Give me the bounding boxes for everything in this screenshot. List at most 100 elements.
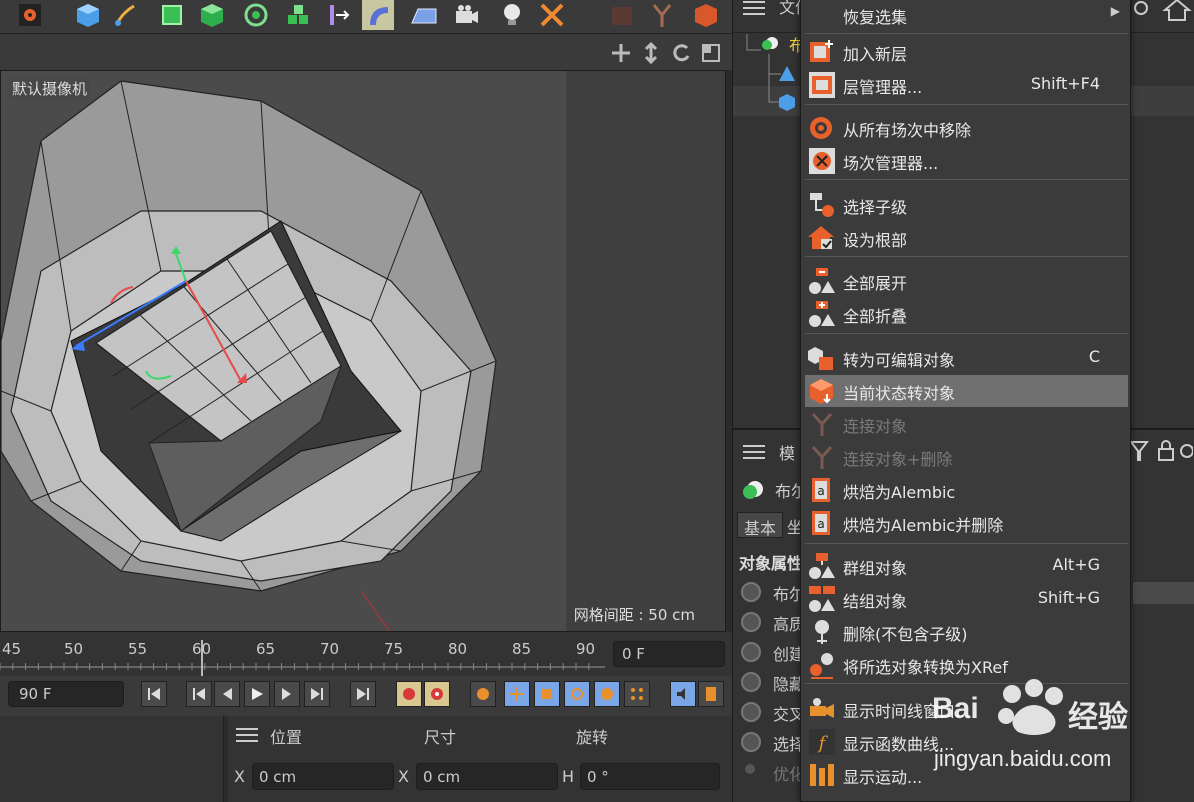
submenu-arrow-icon: ▶ bbox=[1110, 4, 1120, 18]
xpresso-icon[interactable] bbox=[536, 0, 568, 30]
remove-take-icon bbox=[807, 113, 837, 143]
camera-icon[interactable] bbox=[450, 0, 482, 30]
mograph-icon[interactable] bbox=[240, 0, 272, 30]
symmetry-icon[interactable] bbox=[646, 0, 678, 30]
menu-separator bbox=[805, 179, 1128, 180]
svg-text:a: a bbox=[817, 517, 824, 531]
menu-item-label: 结组对象 bbox=[843, 592, 908, 611]
bend-deformer-icon[interactable] bbox=[362, 0, 394, 30]
camera-label[interactable]: 默认摄像机 bbox=[9, 77, 91, 100]
scale-key-icon[interactable] bbox=[534, 681, 560, 707]
move-view-icon[interactable] bbox=[610, 42, 632, 64]
radio-optimize[interactable] bbox=[745, 764, 755, 774]
boolean-object-icon bbox=[762, 37, 778, 50]
menu-item-current-state-to-object[interactable]: 当前状态转对象 bbox=[805, 375, 1128, 407]
viewport-header bbox=[0, 34, 732, 70]
object-manager-header-icons[interactable] bbox=[1133, 0, 1193, 22]
menu-item-select-children[interactable]: 选择子级 bbox=[805, 189, 1128, 221]
menu-item-connect-and-delete[interactable]: 连接对象+删除 bbox=[805, 441, 1128, 473]
cube-object-icon[interactable] bbox=[72, 0, 104, 30]
menu-item-delete-without-children[interactable]: 删除(不包含子级) bbox=[805, 616, 1128, 648]
point-level-icon[interactable] bbox=[624, 681, 650, 707]
subdivision-icon[interactable] bbox=[156, 0, 188, 30]
floor-icon[interactable] bbox=[408, 0, 440, 30]
make-editable-icon bbox=[807, 343, 837, 373]
zoom-view-icon[interactable] bbox=[640, 41, 662, 65]
current-frame-field[interactable]: 0 F bbox=[613, 641, 725, 667]
rotation-h-field[interactable]: 0 ° bbox=[580, 763, 720, 790]
menu-item-layer-manager[interactable]: 层管理器... Shift+F4 bbox=[805, 69, 1128, 101]
menu-item-label: 加入新层 bbox=[843, 45, 908, 64]
deformer-icon[interactable] bbox=[324, 0, 356, 30]
menu-item-bake-alembic-delete[interactable]: a 烘焙为Alembic并删除 bbox=[805, 507, 1128, 539]
coordinate-manager: 位置 尺寸 旋转 X 0 cm X 0 cm H 0 ° bbox=[228, 716, 732, 802]
radio-high-quality[interactable] bbox=[741, 612, 761, 632]
radio-hide-new-edges[interactable] bbox=[741, 672, 761, 692]
pen-spline-icon[interactable] bbox=[110, 0, 142, 30]
attribute-manager-menu-icon[interactable] bbox=[743, 444, 765, 460]
menu-item-remove-from-takes[interactable]: 从所有场次中移除 bbox=[805, 112, 1128, 144]
coord-menu-icon[interactable] bbox=[236, 727, 258, 743]
menu-item-label: 连接对象 bbox=[843, 417, 908, 436]
attribute-manager-header-icons[interactable] bbox=[1129, 438, 1193, 464]
menu-item-connect-objects[interactable]: 连接对象 bbox=[805, 408, 1128, 440]
tab-basic[interactable]: 基本 bbox=[737, 512, 783, 538]
menu-item-expand-all[interactable]: 全部展开 bbox=[805, 265, 1128, 297]
radio-boolean-type[interactable] bbox=[741, 582, 761, 602]
menu-item-bake-alembic[interactable]: a 烘焙为Alembic bbox=[805, 474, 1128, 506]
menu-item-take-manager[interactable]: 场次管理器... bbox=[805, 145, 1128, 177]
auto-key-icon[interactable] bbox=[424, 681, 450, 707]
prev-key-icon[interactable] bbox=[186, 681, 212, 707]
3d-viewport[interactable]: 默认摄像机 网格间距 : 50 cm bbox=[0, 70, 726, 632]
position-key-icon[interactable] bbox=[504, 681, 530, 707]
current-state-tool-icon[interactable] bbox=[690, 0, 722, 30]
maximize-view-icon[interactable] bbox=[700, 42, 722, 64]
menu-separator bbox=[805, 104, 1128, 105]
next-frame-icon[interactable] bbox=[274, 681, 300, 707]
cube-object-icon bbox=[779, 94, 795, 111]
record-icon[interactable] bbox=[396, 681, 422, 707]
size-x-field[interactable]: 0 cm bbox=[416, 763, 558, 790]
menu-item-ungroup-objects[interactable]: 结组对象 Shift+G bbox=[805, 583, 1128, 615]
position-x-field[interactable]: 0 cm bbox=[252, 763, 394, 790]
tab-basic-label: 基本 bbox=[744, 519, 777, 538]
menu-item-restore-selection[interactable]: 恢复选集 ▶ bbox=[805, 0, 1128, 31]
end-frame-field[interactable]: 90 F bbox=[8, 681, 124, 707]
next-key-icon[interactable] bbox=[304, 681, 330, 707]
radio-select-intersection[interactable] bbox=[741, 732, 761, 752]
ungroup-icon bbox=[807, 584, 837, 614]
keyframe-selection-icon[interactable] bbox=[470, 681, 496, 707]
radio-create-single[interactable] bbox=[741, 642, 761, 662]
menu-item-label: 从所有场次中移除 bbox=[843, 121, 972, 140]
radio-intersection[interactable] bbox=[741, 702, 761, 722]
generator-icon[interactable] bbox=[196, 0, 228, 30]
menu-item-label: 显示运动... bbox=[843, 768, 923, 787]
position-x-label: X bbox=[234, 767, 245, 786]
attr-field-stub[interactable] bbox=[1133, 582, 1194, 604]
sound-icon[interactable] bbox=[670, 681, 696, 707]
connect-tool-icon[interactable] bbox=[606, 0, 638, 30]
watermark-brand: Bai bbox=[932, 692, 979, 725]
light-icon[interactable] bbox=[496, 0, 528, 30]
menu-item-shortcut: Shift+F4 bbox=[1030, 74, 1100, 93]
menu-item-add-new-layer[interactable]: 加入新层 bbox=[805, 36, 1128, 68]
film-icon[interactable] bbox=[698, 681, 724, 707]
rotation-key-icon[interactable] bbox=[564, 681, 590, 707]
menu-separator bbox=[805, 543, 1128, 544]
go-to-end-icon[interactable] bbox=[350, 681, 376, 707]
attribute-manager-mode-menu[interactable]: 模 bbox=[779, 440, 795, 464]
rotate-view-icon[interactable] bbox=[670, 42, 692, 64]
play-icon[interactable] bbox=[244, 681, 270, 707]
menu-item-group-objects[interactable]: 群组对象 Alt+G bbox=[805, 550, 1128, 582]
menu-item-collapse-all[interactable]: 全部折叠 bbox=[805, 298, 1128, 330]
rotation-h-label: H bbox=[562, 767, 575, 786]
parameter-key-icon[interactable] bbox=[594, 681, 620, 707]
object-manager-menu-icon[interactable] bbox=[743, 0, 765, 16]
prev-frame-icon[interactable] bbox=[214, 681, 240, 707]
render-settings-icon[interactable] bbox=[14, 0, 46, 30]
menu-item-make-editable[interactable]: 转为可编辑对象 C bbox=[805, 342, 1128, 374]
go-to-start-icon[interactable] bbox=[141, 681, 167, 707]
menu-item-set-as-root[interactable]: 设为根部 bbox=[805, 222, 1128, 254]
cloner-icon[interactable] bbox=[282, 0, 314, 30]
set-root-icon bbox=[807, 223, 837, 253]
